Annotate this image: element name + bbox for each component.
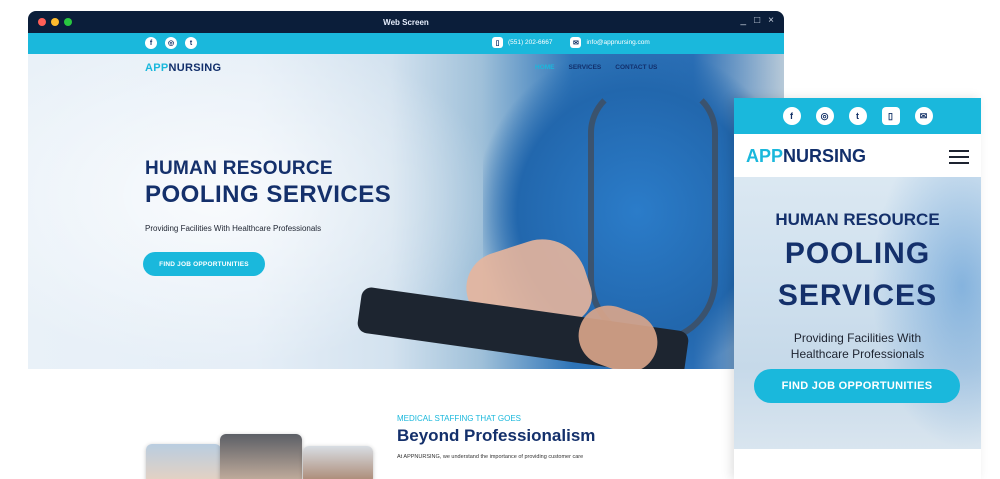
page: Web Screen _ □ × f ◎ t ▯ (551) 202-6667 … [0,0,1000,479]
mobile-find-jobs-button[interactable]: FIND JOB OPPORTUNITIES [754,369,960,403]
nav-services[interactable]: SERVICES [569,64,602,71]
phone-link[interactable]: (551) 202-6667 [508,39,552,46]
instagram-icon[interactable]: ◎ [165,37,177,49]
minimize-icon[interactable]: _ [741,15,747,26]
section-kicker: MEDICAL STAFFING THAT GOES [397,414,522,423]
mobile-hero-line1: HUMAN RESOURCE [775,210,940,229]
desktop-window: Web Screen _ □ × f ◎ t ▯ (551) 202-6667 … [28,11,784,479]
mobile-contact-strip: f ◎ t ▯ ✉ [734,98,981,134]
close-icon[interactable]: × [768,15,774,26]
maximize-icon[interactable]: □ [754,15,760,26]
contact-info: ▯ (551) 202-6667 ✉ info@appnursing.com [492,37,650,48]
section-body: At APPNURSING, we understand the importa… [397,454,584,460]
window-controls: _ □ × [741,15,774,26]
staff-photo-2 [220,434,302,479]
mobile-hero-subtitle: Providing Facilities With Healthcare Pro… [790,331,925,362]
twitter-icon[interactable]: t [185,37,197,49]
mobile-logo[interactable]: APPNURSING [746,146,866,167]
nav-home[interactable]: HOME [535,64,555,71]
find-jobs-button[interactable]: FIND JOB OPPORTUNITIES [143,252,265,276]
facebook-icon[interactable]: f [782,107,801,125]
top-contact-strip: f ◎ t ▯ (551) 202-6667 ✉ info@appnursing… [28,33,784,54]
phone-icon[interactable]: ▯ [881,107,900,125]
hero-subtitle: Providing Facilities With Healthcare Pro… [145,224,322,233]
mobile-preview: f ◎ t ▯ ✉ APPNURSING HUMAN RESOURCE POOL… [734,98,981,479]
site-logo[interactable]: APPNURSING [145,62,221,74]
nav-contact[interactable]: CONTACT US [615,64,657,71]
window-title: Web Screen [383,17,429,27]
email-link[interactable]: info@appnursing.com [586,39,649,46]
email-icon: ✉ [570,37,582,48]
staff-photo-1 [146,444,221,479]
hero-heading-line1: HUMAN RESOURCE [145,158,333,179]
hero-section: APPNURSING HOME SERVICES CONTACT US HUMA… [28,54,784,369]
hero-heading-line2: POOLING SERVICES [145,181,392,208]
mobile-hero-line2b: SERVICES [777,279,938,312]
hamburger-menu-icon[interactable] [949,150,969,168]
intro-section: MEDICAL STAFFING THAT GOES Beyond Profes… [28,369,784,479]
title-bar: Web Screen _ □ × [28,11,784,33]
social-links: f ◎ t [145,37,197,49]
phone-icon: ▯ [492,37,503,48]
main-nav: HOME SERVICES CONTACT US [535,64,657,71]
section-title: Beyond Professionalism [397,426,596,445]
mobile-hero: HUMAN RESOURCE POOLING SERVICES Providin… [734,177,981,449]
staff-photo-3 [303,446,373,479]
facebook-icon[interactable]: f [145,37,157,49]
instagram-icon[interactable]: ◎ [815,107,834,125]
mobile-hero-line2a: POOLING [784,237,931,270]
twitter-icon[interactable]: t [848,107,867,125]
email-icon[interactable]: ✉ [914,107,933,125]
mobile-header: APPNURSING [734,134,981,177]
